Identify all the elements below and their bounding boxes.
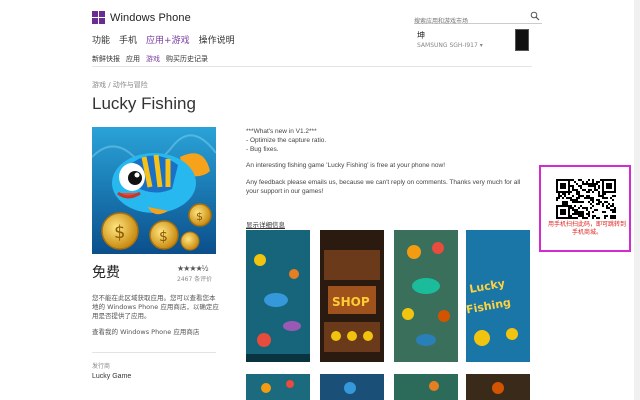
breadcrumb[interactable]: 游戏 / 动作与冒险 bbox=[92, 80, 148, 90]
windows-phone-logo[interactable]: Windows Phone bbox=[92, 11, 191, 24]
nav-item-apps-games[interactable]: 应用+游戏 bbox=[146, 33, 190, 46]
screenshot-7[interactable] bbox=[394, 374, 458, 400]
app-rating: ★★★★½ 2467 条评价 bbox=[177, 264, 212, 283]
search-icon[interactable] bbox=[530, 11, 540, 21]
subnav-item-new[interactable]: 新鲜快报 bbox=[92, 54, 120, 64]
screenshot-4[interactable]: Lucky Fishing bbox=[466, 230, 530, 362]
nav-item-features[interactable]: 功能 bbox=[92, 33, 110, 46]
subnav-item-games[interactable]: 游戏 bbox=[146, 54, 160, 64]
search-input[interactable] bbox=[414, 15, 526, 28]
sidebar-divider bbox=[92, 352, 216, 353]
qr-instruction: 用手机扫扫此码，即可跳转到手机商城。 bbox=[547, 221, 626, 236]
phone-thumbnail bbox=[515, 29, 529, 51]
screenshot-3[interactable] bbox=[394, 230, 458, 362]
publisher-label: 发行商 bbox=[92, 363, 111, 370]
availability-notice: 您不能在此区域获取应用。您可以查看您本地的 Windows Phone 应用商店… bbox=[92, 294, 219, 320]
whats-new: ***What's new in V1.2*** - Optimize the … bbox=[246, 128, 327, 153]
svg-text:$: $ bbox=[159, 229, 168, 245]
app-title: Lucky Fishing bbox=[92, 94, 196, 113]
chevron-down-icon: ▾ bbox=[479, 42, 483, 49]
screenshot-2[interactable]: SHOP bbox=[320, 230, 384, 362]
sub-nav: 新鲜快报 应用 游戏 购买历史记录 bbox=[92, 54, 208, 64]
device-model: SAMSUNG SGH-I917 ▾ bbox=[417, 42, 483, 49]
nav-item-how-to[interactable]: 操作说明 bbox=[199, 33, 235, 46]
rating-count[interactable]: 2467 条评价 bbox=[177, 274, 212, 283]
qr-code bbox=[556, 179, 616, 219]
app-icon: $ $ $ bbox=[92, 127, 216, 254]
svg-text:SHOP: SHOP bbox=[332, 295, 370, 309]
publisher-name[interactable]: Lucky Game bbox=[92, 373, 131, 380]
description-paragraph: An interesting fishing game 'Lucky Fishi… bbox=[246, 162, 446, 170]
subnav-divider bbox=[92, 66, 532, 67]
screenshot-1[interactable] bbox=[246, 230, 310, 362]
subnav-item-apps[interactable]: 应用 bbox=[126, 54, 140, 64]
screenshot-8[interactable] bbox=[466, 374, 530, 400]
qr-code-panel: 用手机扫扫此码，即可跳转到手机商城。 bbox=[539, 165, 631, 252]
show-details-link[interactable]: 显示详细信息 bbox=[246, 219, 285, 229]
description-paragraph: Any feedback please emails us, because w… bbox=[246, 179, 521, 195]
brand-name: Windows Phone bbox=[110, 11, 191, 24]
app-description: ***What's new in V1.2*** - Optimize the … bbox=[246, 128, 534, 205]
main-nav: 功能 手机 应用+游戏 操作说明 bbox=[92, 33, 235, 46]
screenshot-5[interactable] bbox=[246, 374, 310, 400]
windows-logo-icon bbox=[92, 11, 105, 24]
subnav-item-purchase-history[interactable]: 购买历史记录 bbox=[166, 54, 208, 64]
device-info[interactable]: 坤 SAMSUNG SGH-I917 ▾ bbox=[417, 30, 483, 49]
rating-stars-icon: ★★★★½ bbox=[177, 264, 208, 273]
app-price: 免费 bbox=[92, 265, 120, 281]
nav-item-phones[interactable]: 手机 bbox=[119, 33, 137, 46]
user-name: 坤 bbox=[417, 31, 425, 40]
svg-text:$: $ bbox=[114, 222, 125, 243]
svg-text:$: $ bbox=[196, 210, 203, 223]
scrollbar[interactable] bbox=[634, 0, 640, 400]
search-box bbox=[414, 10, 542, 28]
view-store-link[interactable]: 查看我的 Windows Phone 应用商店 bbox=[92, 326, 199, 336]
screenshot-6[interactable] bbox=[320, 374, 384, 400]
